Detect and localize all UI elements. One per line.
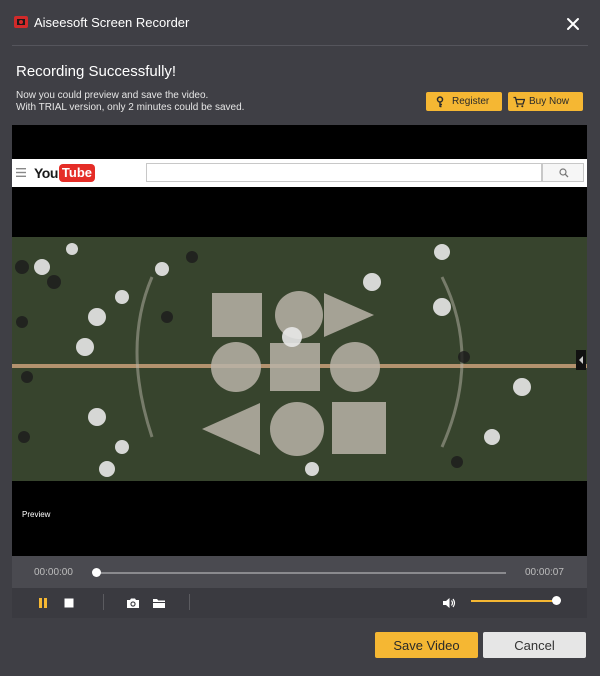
youtube-logo-tube: Tube [58,164,95,182]
close-icon[interactable] [564,15,582,33]
register-label: Register [452,96,490,107]
cart-icon [513,96,525,107]
volume-slider-track[interactable] [471,600,557,602]
controls-divider [189,594,190,610]
register-button[interactable]: Register [426,92,502,111]
youtube-search-input [146,163,542,182]
hamburger-menu-icon [16,168,26,177]
volume-slider-thumb[interactable] [552,596,561,605]
buy-now-button[interactable]: Buy Now [508,92,583,111]
recording-heading: Recording Successfully! [16,63,177,80]
youtube-search-button [542,163,584,182]
youtube-logo: You Tube [34,164,95,182]
progress-thumb[interactable] [92,568,101,577]
save-video-button[interactable]: Save Video [375,632,478,658]
key-icon [436,95,444,107]
title-divider [12,45,588,46]
volume-icon[interactable] [442,596,456,610]
youtube-header: You Tube [12,159,587,187]
window-title: Aiseesoft Screen Recorder [34,15,190,30]
current-time: 00:00:00 [34,567,73,578]
camera-icon[interactable] [126,596,140,610]
controls-divider [103,594,104,610]
info-line-trial: With TRIAL version, only 2 minutes could… [16,102,245,113]
info-line-preview: Now you could preview and save the video… [16,90,209,101]
video-preview[interactable]: You Tube Preview [12,125,587,556]
folder-icon[interactable] [152,596,166,610]
search-icon [559,168,569,178]
video-frame [12,237,587,481]
cancel-button[interactable]: Cancel [483,632,586,658]
pause-icon[interactable] [36,596,50,610]
timeline-bar: 00:00:00 00:00:07 [12,556,587,588]
playback-controls [12,588,587,618]
chevron-left-icon [579,356,583,364]
buy-now-label: Buy Now [529,96,570,107]
preview-label: Preview [22,510,51,519]
total-time: 00:00:07 [525,567,564,578]
youtube-logo-you: You [34,165,58,181]
progress-track[interactable] [96,572,506,574]
recorder-logo-icon [14,16,28,28]
title-bar: Aiseesoft Screen Recorder [0,0,600,46]
stop-icon[interactable] [62,596,76,610]
side-panel-toggle[interactable] [576,350,586,370]
